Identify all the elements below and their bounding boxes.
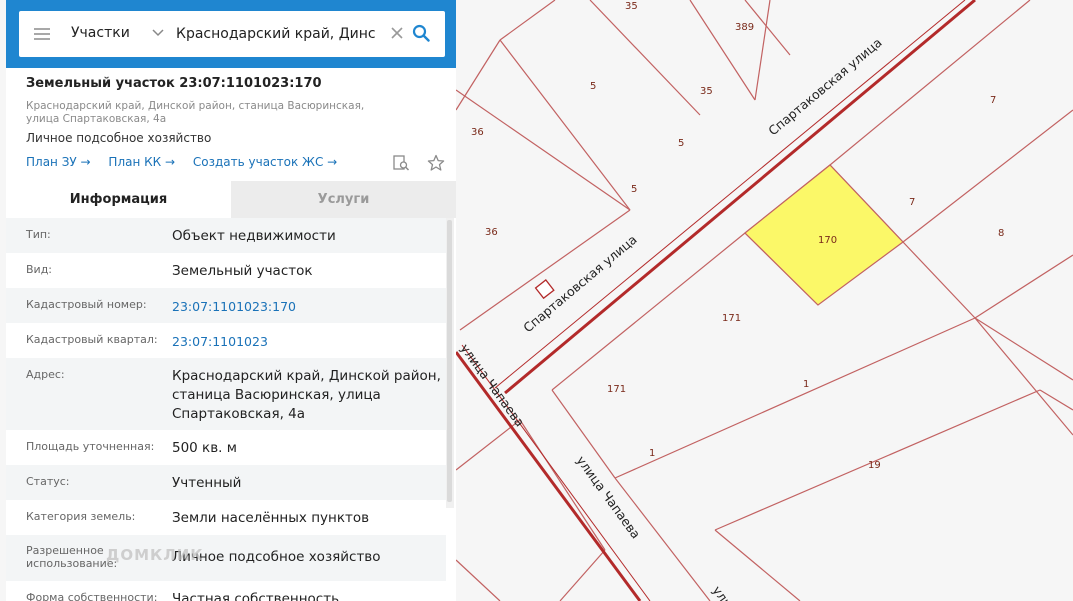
parcel-purpose: Личное подсобное хозяйство [26, 131, 212, 145]
parcel-number: 171 [607, 384, 626, 395]
close-icon[interactable] [390, 26, 404, 40]
info-value: Частная собственность [172, 591, 340, 601]
parcel-number: 36 [485, 227, 498, 238]
action-icons [392, 154, 445, 173]
info-table: Тип: Объект недвижимости Вид: Земельный … [6, 218, 446, 601]
info-row: Площадь уточненная: 500 кв. м [6, 430, 446, 465]
info-label: Кадастровый номер: [26, 298, 147, 311]
info-row: Кадастровый номер: 23:07:1101023:170 [6, 288, 446, 323]
info-value: Объект недвижимости [172, 228, 336, 244]
page-title: Земельный участок 23:07:1101023:170 [26, 76, 322, 91]
parcel-number: 7 [990, 95, 996, 106]
info-label: Категория земель: [26, 510, 136, 523]
info-value: Учтенный [172, 475, 242, 491]
search-icon[interactable] [412, 24, 430, 42]
tab-services[interactable]: Услуги [231, 181, 456, 218]
parcel-number: 5 [678, 138, 684, 149]
info-value: Личное подсобное хозяйство [172, 549, 381, 565]
parcel-number: 5 [631, 184, 637, 195]
info-label: Статус: [26, 475, 70, 488]
info-label: Площадь уточненная: [26, 440, 155, 453]
chevron-down-icon[interactable] [152, 26, 164, 40]
info-label: Кадастровый квартал: [26, 333, 158, 346]
plan-zu-link[interactable]: План ЗУ → [26, 155, 91, 169]
create-parcel-link[interactable]: Создать участок ЖС → [193, 155, 337, 169]
search-type-dropdown[interactable]: Участки [71, 25, 130, 41]
parcel-number: 35 [700, 86, 713, 97]
parcel-number: 1 [803, 379, 809, 390]
parcel-number: 7 [909, 197, 915, 208]
parcel-number: 5 [590, 81, 596, 92]
info-row: Категория земель: Земли населённых пункт… [6, 500, 446, 535]
parcel-number: 170 [818, 235, 837, 246]
cadastral-quarter-link[interactable]: 23:07:1101023 [172, 332, 442, 351]
cadastral-number-link[interactable]: 23:07:1101023:170 [172, 297, 442, 316]
parcel-address: Краснодарский край, Динской район, стани… [26, 100, 365, 125]
info-label: Адрес: [26, 368, 65, 381]
watermark-logo: ДОМКЛИК [106, 546, 204, 564]
info-label: Форма собственности: [26, 591, 158, 601]
info-value: Земли населённых пунктов [172, 510, 370, 526]
tab-info[interactable]: Информация [6, 181, 231, 218]
app-root: 35 389 5 35 7 36 5 5 7 36 170 8 171 171 … [0, 0, 1073, 601]
parcel-number: 389 [735, 22, 754, 33]
info-row: Статус: Учтенный [6, 465, 446, 500]
info-row: Форма собственности: Частная собственнос… [6, 581, 446, 601]
search-bar: Участки [6, 0, 456, 68]
parcel-number: 171 [722, 313, 741, 324]
search-input[interactable] [176, 23, 376, 45]
info-row: Адрес: Краснодарский край, Динской район… [6, 358, 446, 430]
info-row: Разрешенное использование: Личное подсоб… [6, 535, 446, 581]
parcel-number: 36 [471, 127, 484, 138]
parcel-number: 19 [868, 460, 881, 471]
info-row: Тип: Объект недвижимости [6, 218, 446, 253]
info-value: Краснодарский край, Динской район, стани… [172, 368, 441, 422]
document-search-icon[interactable] [392, 154, 410, 172]
plan-kk-link[interactable]: План КК → [108, 155, 175, 169]
menu-icon[interactable] [34, 28, 50, 40]
info-value: 500 кв. м [172, 440, 237, 456]
info-label: Вид: [26, 263, 53, 276]
search-box: Участки [19, 11, 445, 57]
action-links: План ЗУ → План КК → Создать участок ЖС → [26, 155, 351, 169]
info-row: Вид: Земельный участок [6, 253, 446, 288]
tab-bar: Информация Услуги [6, 181, 456, 218]
info-panel: Земельный участок 23:07:1101023:170 Крас… [6, 68, 456, 601]
info-row: Кадастровый квартал: 23:07:1101023 [6, 323, 446, 358]
parcel-number: 8 [998, 228, 1004, 239]
star-icon[interactable] [427, 154, 445, 172]
scrollbar-thumb[interactable] [447, 220, 452, 502]
info-label: Тип: [26, 228, 51, 241]
parcel-number: 1 [649, 448, 655, 459]
info-value: Земельный участок [172, 263, 313, 279]
parcel-number: 35 [625, 1, 638, 12]
